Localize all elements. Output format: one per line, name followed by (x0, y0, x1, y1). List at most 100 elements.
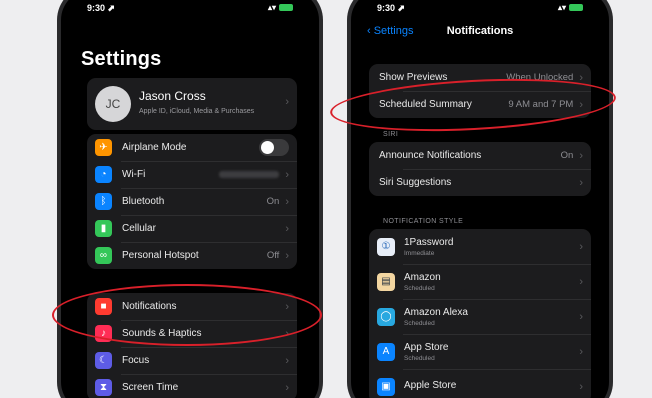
row-label: Wi-Fi (122, 169, 146, 180)
chevron-right-icon: › (579, 345, 583, 358)
profile-name: Jason Cross (139, 89, 206, 103)
amazon-icon: ▤ (377, 272, 395, 291)
settings-row-wi-fi[interactable]: ◔ Wi-Fi › (87, 161, 297, 188)
settings-row-bluetooth[interactable]: ᛒ Bluetooth On › (87, 188, 297, 215)
row-value: 9 AM and 7 PM (508, 99, 574, 110)
navigation-bar: ‹ Settings Notifications (351, 22, 609, 42)
app-list-group: ① 1Password Immediate › ▤ Amazon Scheduled › ◯ Am… (369, 229, 591, 398)
redacted-network-name (219, 171, 280, 178)
bluetooth-icon: ᛒ (95, 193, 112, 210)
settings-row-scheduled-summary[interactable]: Scheduled Summary 9 AM and 7 PM › (369, 91, 591, 118)
settings-row-sounds-haptics[interactable]: ♪ Sounds & Haptics › (87, 320, 297, 347)
airplane-icon: ✈ (95, 139, 112, 156)
app-delivery: Scheduled (404, 319, 435, 327)
page-title: Settings (81, 48, 162, 70)
profile-subtitle: Apple ID, iCloud, Media & Purchases (139, 108, 255, 115)
apple-id-profile-row[interactable]: JC Jason Cross Apple ID, iCloud, Media &… (87, 78, 297, 130)
row-label: Sounds & Haptics (122, 328, 202, 339)
row-label: Scheduled Summary (379, 99, 472, 110)
settings-screen: 9:30 ⬈ ▴▾ Settings JC Jason Cross Apple … (61, 0, 319, 398)
chevron-right-icon: › (579, 380, 583, 393)
status-time: 9:30 ⬈ (87, 3, 116, 13)
settings-row-focus[interactable]: ☾ Focus › (87, 347, 297, 374)
siri-section-header: SIRI (383, 131, 399, 138)
chevron-right-icon: › (285, 249, 289, 262)
signal-icon: ▴▾ (557, 3, 566, 12)
app-text: Amazon Scheduled (404, 272, 579, 292)
row-label: Announce Notifications (379, 150, 482, 161)
chevron-right-icon: › (285, 168, 289, 181)
battery-icon (569, 4, 583, 12)
screen-time-icon: ⧗ (95, 379, 112, 396)
app-row-app-store[interactable]: A App Store Scheduled › (369, 334, 591, 369)
status-bar: 9:30 ⬈ ▴▾ (87, 3, 293, 15)
left-phone: 9:30 ⬈ ▴▾ Settings JC Jason Cross Apple … (57, 0, 323, 398)
avatar: JC (95, 86, 131, 122)
chevron-right-icon: › (285, 327, 289, 340)
row-label: Airplane Mode (122, 142, 187, 153)
chevron-right-icon: › (579, 149, 583, 162)
settings-row-cellular[interactable]: ▮ Cellular › (87, 215, 297, 242)
onepassword-icon: ① (377, 237, 395, 256)
connectivity-group: ✈ Airplane Mode ◔ Wi-Fi › ᛒ Bluetooth On › ▮ Cellu… (87, 134, 297, 269)
right-phone: 9:30 ⬈ ▴▾ ‹ Settings Notifications Show … (347, 0, 613, 398)
chevron-right-icon: › (579, 98, 583, 111)
app-name: Apple Store (404, 380, 457, 391)
chevron-right-icon: › (579, 176, 583, 189)
row-value: On (560, 150, 574, 161)
settings-row-personal-hotspot[interactable]: ∞ Personal Hotspot Off › (87, 242, 297, 269)
chevron-right-icon: › (285, 300, 289, 313)
app-text: 1Password Immediate (404, 237, 579, 257)
settings-row-notifications[interactable]: ■ Notifications › (87, 293, 297, 320)
status-time: 9:30 ⬈ (377, 3, 406, 13)
status-bar: 9:30 ⬈ ▴▾ (377, 3, 583, 15)
app-name: Amazon (404, 271, 441, 283)
app-row-amazon-alexa[interactable]: ◯ Amazon Alexa Scheduled › (369, 299, 591, 334)
row-label: Cellular (122, 223, 156, 234)
status-icons: ▴▾ (558, 3, 583, 12)
status-icons: ▴▾ (268, 3, 293, 12)
row-label: Focus (122, 355, 150, 366)
app-delivery: Scheduled (404, 284, 435, 292)
row-label: Siri Suggestions (379, 177, 452, 188)
app-name: 1Password (404, 236, 454, 248)
siri-group: Announce Notifications On › Siri Suggestion… (369, 142, 591, 196)
row-label: Personal Hotspot (122, 250, 199, 261)
hotspot-icon: ∞ (95, 247, 112, 264)
row-label: Notifications (122, 301, 177, 312)
nav-title: Notifications (446, 25, 514, 37)
row-label: Screen Time (122, 382, 179, 393)
app-text: Apple Store (404, 380, 579, 393)
chevron-right-icon: › (579, 275, 583, 288)
chevron-right-icon: › (285, 195, 289, 208)
app-row-apple-store[interactable]: ▣ Apple Store › (369, 369, 591, 398)
settings-row-show-previews[interactable]: Show Previews When Unlocked › (369, 64, 591, 91)
chevron-right-icon: › (579, 71, 583, 84)
app-delivery: Immediate (404, 249, 435, 257)
battery-icon (279, 4, 293, 12)
app-name: Amazon Alexa (404, 306, 468, 318)
notifications-settings-group: ■ Notifications › ♪ Sounds & Haptics › ☾ Focus ›… (87, 293, 297, 398)
settings-row-airplane-mode[interactable]: ✈ Airplane Mode (87, 134, 297, 161)
app-name: App Store (404, 341, 449, 353)
signal-icon: ▴▾ (267, 3, 276, 12)
row-label: Show Previews (379, 72, 448, 83)
sounds-icon: ♪ (95, 325, 112, 342)
app-text: Amazon Alexa Scheduled (404, 307, 579, 327)
cellular-icon: ▮ (95, 220, 112, 237)
chevron-right-icon: › (285, 222, 289, 235)
notifications-icon: ■ (95, 298, 112, 315)
row-value: Off (266, 250, 280, 261)
settings-row-siri-suggestions[interactable]: Siri Suggestions › (369, 169, 591, 196)
app-row-1password[interactable]: ① 1Password Immediate › (369, 229, 591, 264)
notification-style-header: NOTIFICATION STYLE (383, 218, 464, 225)
alexa-icon: ◯ (377, 307, 395, 326)
wifi-icon: ◔ (95, 166, 112, 183)
chevron-right-icon: › (285, 381, 289, 394)
settings-row-announce-notifications[interactable]: Announce Notifications On › (369, 142, 591, 169)
app-row-amazon[interactable]: ▤ Amazon Scheduled › (369, 264, 591, 299)
airplane-mode-toggle[interactable] (259, 139, 289, 156)
chevron-right-icon: › (579, 310, 583, 323)
app-delivery: Scheduled (404, 354, 435, 362)
settings-row-screen-time[interactable]: ⧗ Screen Time › (87, 374, 297, 398)
